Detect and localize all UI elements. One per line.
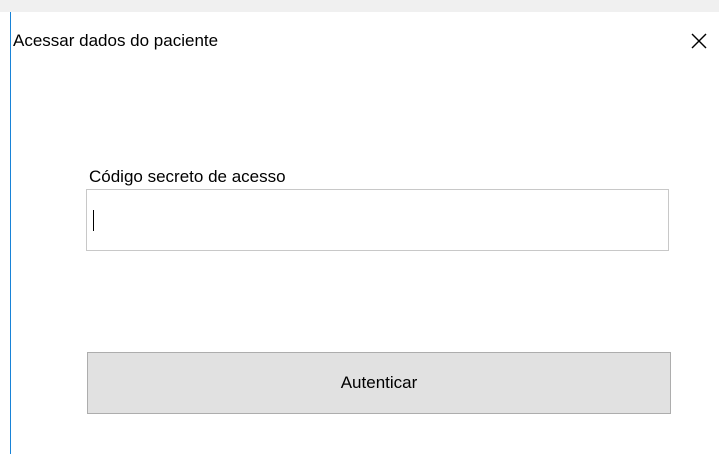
text-caret [93, 210, 94, 231]
authenticate-button[interactable]: Autenticar [87, 352, 671, 414]
close-icon [690, 32, 708, 50]
window-title: Acessar dados do paciente [13, 31, 219, 50]
screen: Acessar dados do paciente Código secreto… [0, 0, 719, 454]
access-code-label: Código secreto de acesso [89, 167, 286, 186]
dialog-window: Acessar dados do paciente Código secreto… [10, 12, 719, 454]
access-code-input[interactable] [87, 190, 668, 250]
authenticate-button-label: Autenticar [340, 373, 418, 392]
close-button[interactable] [679, 22, 719, 60]
title-bar: Acessar dados do paciente [11, 12, 719, 70]
background-strip [0, 0, 719, 12]
access-code-field[interactable] [86, 189, 669, 251]
